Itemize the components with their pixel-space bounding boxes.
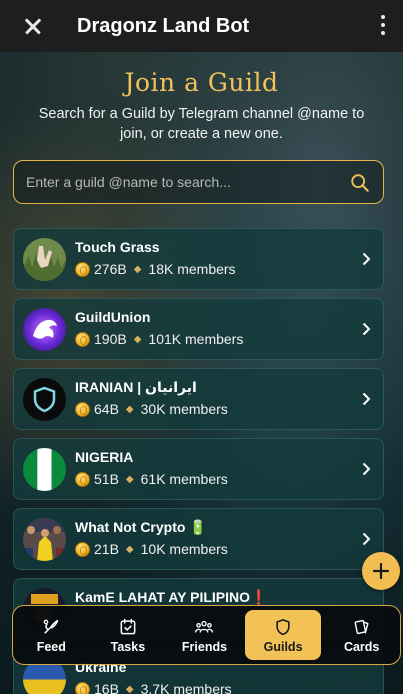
guild-coins: 51B — [94, 471, 119, 487]
page-subtitle: Search for a Guild by Telegram channel @… — [38, 106, 365, 142]
guild-members: 30K members — [140, 401, 228, 417]
guild-name: Touch Grass — [75, 239, 160, 255]
guild-card[interactable]: What Not Crypto 🔋 21B ◆ 10K members — [13, 508, 384, 570]
coin-icon — [75, 681, 90, 694]
coin-icon — [75, 261, 90, 277]
guild-name: GuildUnion — [75, 309, 151, 325]
separator-dot: ◆ — [133, 263, 142, 275]
guild-coins: 276B — [94, 261, 127, 277]
chevron-right-icon — [362, 252, 371, 266]
guild-stats: 64B ◆ 30K members — [75, 401, 228, 417]
guild-name: IRANIAN | ایرانیان — [75, 379, 197, 395]
chevron-right-icon — [362, 462, 371, 476]
separator-dot: ◆ — [125, 683, 134, 694]
guild-name: NIGERIA — [75, 449, 134, 465]
guild-members: 61K members — [140, 471, 228, 487]
grass-hand-avatar — [23, 238, 66, 281]
crowd-avatar — [23, 518, 66, 561]
page-title: Join a Guild — [124, 68, 279, 97]
search-icon[interactable] — [349, 172, 371, 194]
more-options-icon[interactable] — [379, 15, 387, 35]
cards-icon — [354, 619, 369, 634]
separator-dot: ◆ — [133, 333, 142, 345]
guild-coins: 190B — [94, 331, 127, 347]
guild-stats: 190B ◆ 101K members — [75, 331, 243, 347]
nav-label: Cards — [343, 639, 380, 654]
coin-icon — [75, 401, 90, 417]
friends-icon — [195, 620, 214, 633]
nav-feed[interactable]: Feed — [13, 606, 90, 664]
nav-guilds[interactable]: Guilds — [244, 610, 322, 660]
guild-coins: 16B — [94, 681, 119, 694]
coin-icon — [75, 471, 90, 487]
shield-avatar — [23, 378, 66, 421]
feed-icon — [43, 619, 59, 634]
separator-dot: ◆ — [125, 403, 134, 415]
title-bar: Dragonz Land Bot — [0, 0, 403, 52]
guild-card[interactable]: NIGERIA 51B ◆ 61K members — [13, 438, 384, 500]
chevron-right-icon — [362, 322, 371, 336]
nigeria-flag-avatar — [23, 448, 66, 491]
guild-card[interactable]: IRANIAN | ایرانیان 64B ◆ 30K members — [13, 368, 384, 430]
nav-tasks[interactable]: Tasks — [90, 606, 167, 664]
tasks-icon — [120, 618, 136, 634]
guilds-icon — [276, 618, 290, 635]
nav-label: Tasks — [110, 639, 146, 654]
separator-dot: ◆ — [125, 473, 134, 485]
nav-cards[interactable]: Cards — [323, 606, 400, 664]
chevron-right-icon — [362, 392, 371, 406]
guild-name: What Not Crypto 🔋 — [75, 519, 207, 535]
guild-members: 10K members — [140, 541, 228, 557]
bottom-nav: Feed Tasks Friends Guilds Cards — [12, 605, 401, 665]
separator-dot: ◆ — [125, 543, 134, 555]
guild-coins: 64B — [94, 401, 119, 417]
guild-name: KamE LAHAT AY PILIPINO❗ — [75, 589, 268, 605]
coin-icon — [75, 331, 90, 347]
coin-icon — [75, 541, 90, 557]
dragon-avatar — [23, 308, 66, 351]
guild-search — [13, 160, 384, 204]
nav-label: Friends — [181, 639, 228, 654]
guild-members: 101K members — [148, 331, 244, 347]
chevron-right-icon — [362, 532, 371, 546]
guild-card[interactable]: Touch Grass 276B ◆ 18K members — [13, 228, 384, 290]
guild-card[interactable]: GuildUnion 190B ◆ 101K members — [13, 298, 384, 360]
guild-members: 3.7K members — [140, 681, 232, 694]
guild-coins: 21B — [94, 541, 119, 557]
guild-stats: 276B ◆ 18K members — [75, 261, 236, 277]
nav-friends[interactable]: Friends — [166, 606, 243, 664]
guild-members: 18K members — [148, 261, 236, 277]
guild-stats: 16B ◆ 3.7K members — [75, 681, 232, 694]
app-title: Dragonz Land Bot — [77, 14, 250, 37]
guild-stats: 21B ◆ 10K members — [75, 541, 228, 557]
nav-label: Guilds — [263, 639, 303, 654]
plus-icon — [372, 562, 390, 580]
guild-stats: 51B ◆ 61K members — [75, 471, 228, 487]
close-icon[interactable] — [21, 14, 45, 38]
search-input[interactable] — [26, 174, 326, 190]
create-guild-button[interactable] — [362, 552, 400, 590]
nav-label: Feed — [36, 639, 66, 654]
